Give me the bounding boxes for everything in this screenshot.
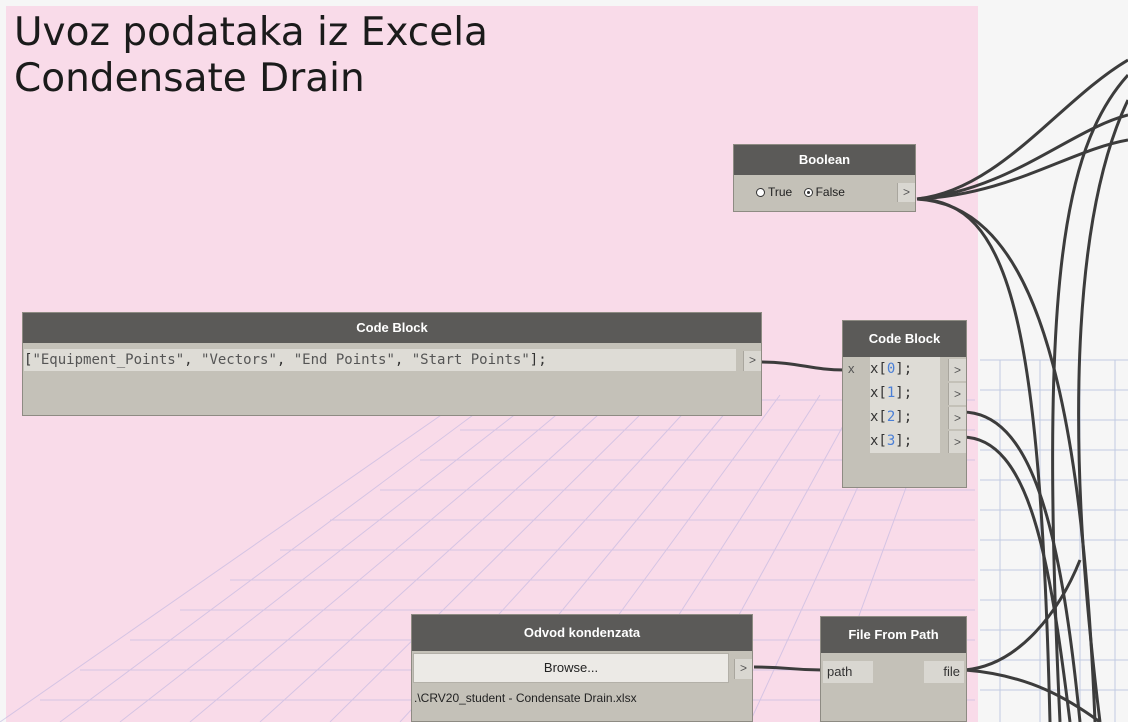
code-comma: , bbox=[184, 352, 202, 368]
code-block-list-node[interactable]: Code Block ["Equipment_Points", "Vectors… bbox=[22, 312, 762, 416]
file-path-node[interactable]: Odvod kondenzata Browse... > .\CRV20_stu… bbox=[411, 614, 753, 722]
index-value-2: 2 bbox=[886, 409, 896, 425]
wire-top-2[interactable] bbox=[1077, 99, 1128, 722]
code-block-list-editor[interactable]: ["Equipment_Points", "Vectors", "End Poi… bbox=[24, 349, 736, 371]
file-path-output-port[interactable]: > bbox=[734, 659, 752, 679]
code-string-4: "Start Points" bbox=[411, 352, 530, 368]
file-path-node-title[interactable]: Odvod kondenzata bbox=[412, 615, 752, 651]
wire-boolean-1[interactable] bbox=[916, 58, 1128, 201]
code-comma: , bbox=[276, 352, 294, 368]
file-from-path-title[interactable]: File From Path bbox=[821, 617, 966, 653]
browse-button[interactable]: Browse... bbox=[413, 653, 729, 683]
code-block-index-body: x x[0]; x[1]; x[2]; x[3]; > > > > bbox=[843, 357, 966, 487]
file-from-path-node[interactable]: File From Path path file bbox=[820, 616, 967, 722]
radio-icon bbox=[756, 188, 765, 198]
code-close-bracket: ]; bbox=[529, 352, 547, 368]
input-port-path[interactable]: path bbox=[823, 661, 873, 683]
code-block-list-output-port[interactable]: > bbox=[743, 351, 761, 371]
wire-browse[interactable] bbox=[753, 665, 823, 672]
index-value-1: 1 bbox=[886, 385, 896, 401]
code-string-3: "End Points" bbox=[293, 352, 395, 368]
code-block-index-node[interactable]: Code Block x x[0]; x[1]; x[2]; x[3]; > >… bbox=[842, 320, 967, 488]
boolean-node-body: True False > bbox=[734, 175, 915, 211]
code-block-index-title[interactable]: Code Block bbox=[843, 321, 966, 357]
wire-codeblock-list[interactable] bbox=[757, 360, 846, 372]
output-port-3[interactable]: > bbox=[948, 431, 966, 453]
code-line-2: x[2]; bbox=[870, 409, 913, 425]
code-block-list-body: ["Equipment_Points", "Vectors", "End Poi… bbox=[23, 343, 761, 415]
output-port-file[interactable]: file bbox=[924, 661, 964, 683]
file-from-path-body: path file bbox=[821, 653, 966, 722]
wire-file[interactable] bbox=[964, 559, 1082, 672]
code-comma: , bbox=[394, 352, 412, 368]
code-line-0: x[0]; bbox=[870, 361, 913, 377]
code-block-list-title[interactable]: Code Block bbox=[23, 313, 761, 343]
code-string-1: "Equipment_Points" bbox=[32, 352, 185, 368]
index-value-3: 3 bbox=[886, 433, 896, 449]
true-radio[interactable]: True bbox=[756, 185, 792, 199]
code-line-3: x[3]; bbox=[870, 433, 913, 449]
index-value-0: 0 bbox=[886, 361, 896, 377]
boolean-node[interactable]: Boolean True False > bbox=[733, 144, 916, 212]
radio-selected-icon bbox=[803, 188, 813, 198]
wire-index-2[interactable] bbox=[961, 410, 1082, 722]
file-path-node-body: Browse... > .\CRV20_student - Condensate… bbox=[412, 651, 752, 722]
false-radio[interactable]: False bbox=[803, 185, 845, 199]
output-port-2[interactable]: > bbox=[948, 407, 966, 429]
file-path-value: .\CRV20_student - Condensate Drain.xlsx bbox=[414, 691, 637, 705]
output-port-0[interactable]: > bbox=[948, 359, 966, 381]
code-string-2: "Vectors" bbox=[201, 352, 277, 368]
wire-boolean-2[interactable] bbox=[916, 113, 1128, 201]
boolean-node-title[interactable]: Boolean bbox=[734, 145, 915, 175]
input-port-x[interactable]: x bbox=[848, 361, 855, 376]
boolean-output-port[interactable]: > bbox=[897, 183, 915, 202]
graph-canvas[interactable]: Uvoz podataka iz Excela Condensate Drain… bbox=[0, 0, 1128, 722]
boolean-options: True False bbox=[756, 185, 845, 199]
false-label: False bbox=[815, 185, 845, 199]
code-line-1: x[1]; bbox=[870, 385, 913, 401]
code-block-index-editor[interactable]: x[0]; x[1]; x[2]; x[3]; bbox=[870, 357, 940, 453]
true-label: True bbox=[768, 185, 793, 199]
output-port-1[interactable]: > bbox=[948, 383, 966, 405]
